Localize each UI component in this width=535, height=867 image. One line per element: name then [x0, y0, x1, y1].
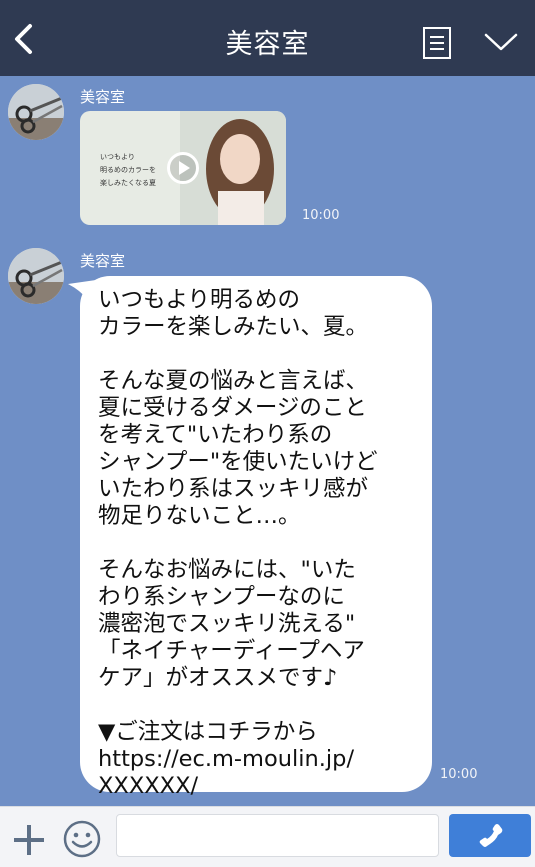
message-text: いつもより明るめの カラーを楽しみたい、夏。 そんな夏の悩みと言えば、 夏に受け… — [98, 287, 378, 799]
smiley-icon — [63, 820, 101, 858]
play-icon — [167, 152, 199, 184]
thumbnail-caption-line: いつもより — [100, 153, 135, 161]
plus-icon — [14, 825, 44, 855]
message-time: 10:00 — [302, 208, 340, 223]
message-time: 10:00 — [440, 767, 478, 782]
sender-name: 美容室 — [80, 88, 126, 106]
thumbnail-caption-line: 明るめのカラーを — [100, 166, 156, 174]
thumbnail-caption: いつもより 明るめのカラーを 楽しみたくなる夏 — [100, 151, 156, 190]
dropdown-button[interactable] — [483, 31, 519, 53]
add-button[interactable] — [12, 823, 46, 857]
message-input[interactable] — [116, 814, 439, 857]
header-bar: 美容室 — [0, 0, 535, 76]
avatar[interactable] — [8, 248, 64, 304]
scissors-icon — [8, 248, 64, 304]
sender-name: 美容室 — [80, 252, 126, 270]
input-bar — [0, 806, 535, 867]
chevron-down-icon — [484, 33, 518, 51]
menu-button[interactable] — [422, 26, 452, 60]
video-thumbnail[interactable]: いつもより 明るめのカラーを 楽しみたくなる夏 — [80, 111, 286, 225]
call-button[interactable] — [449, 814, 531, 857]
emoji-button[interactable] — [62, 819, 102, 859]
scissors-icon — [8, 84, 64, 140]
phone-icon — [479, 824, 503, 847]
document-list-icon — [423, 27, 451, 59]
avatar[interactable] — [8, 84, 64, 140]
chat-title: 美容室 — [225, 29, 310, 60]
thumbnail-caption-line: 楽しみたくなる夏 — [100, 179, 156, 187]
